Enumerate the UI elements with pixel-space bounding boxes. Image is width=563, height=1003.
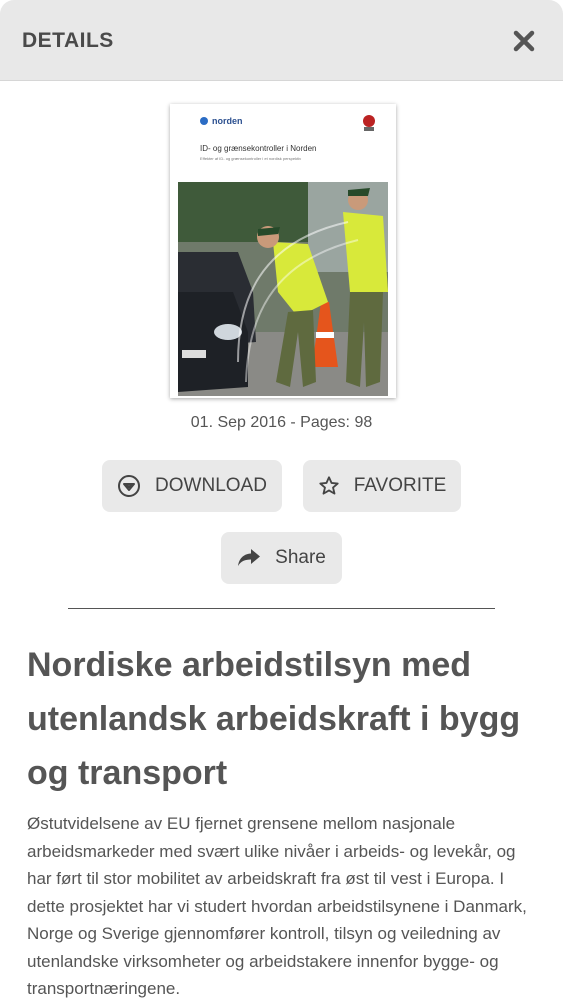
cover-photo bbox=[178, 182, 388, 396]
document-title: Nordiske arbeidstilsyn med utenlandsk ar… bbox=[27, 646, 521, 792]
norden-logo-icon bbox=[200, 117, 208, 125]
close-button[interactable] bbox=[511, 28, 537, 54]
cover-brand: norden bbox=[200, 116, 243, 126]
cover-brand-text: norden bbox=[212, 116, 243, 126]
header-title: DETAILS bbox=[22, 29, 114, 52]
download-icon bbox=[118, 475, 141, 497]
publish-date-pages: 01. Sep 2016 - Pages: 98 bbox=[190, 414, 373, 431]
details-header: DETAILS bbox=[0, 0, 563, 81]
favorite-button[interactable]: FAVORITE bbox=[303, 460, 461, 512]
section-divider bbox=[68, 608, 495, 609]
cover-title: ID- og grænsekontroller i Norden bbox=[200, 144, 317, 153]
share-label: Share bbox=[275, 547, 326, 568]
download-button[interactable]: DOWNLOAD bbox=[102, 460, 282, 512]
cover-subtitle: Effekter af ID- og grænsekontroller i et… bbox=[200, 156, 302, 161]
seal-icon bbox=[363, 115, 375, 131]
favorite-label: FAVORITE bbox=[353, 475, 447, 496]
share-icon bbox=[238, 549, 261, 566]
close-icon bbox=[513, 30, 535, 52]
download-label: DOWNLOAD bbox=[155, 475, 267, 496]
share-button[interactable]: Share bbox=[221, 532, 342, 584]
star-icon bbox=[319, 476, 339, 495]
document-cover-image[interactable]: norden ID- og grænsekontroller i Norden … bbox=[170, 104, 396, 398]
document-description: Østutvidelsene av EU fjernet grensene me… bbox=[27, 814, 527, 998]
